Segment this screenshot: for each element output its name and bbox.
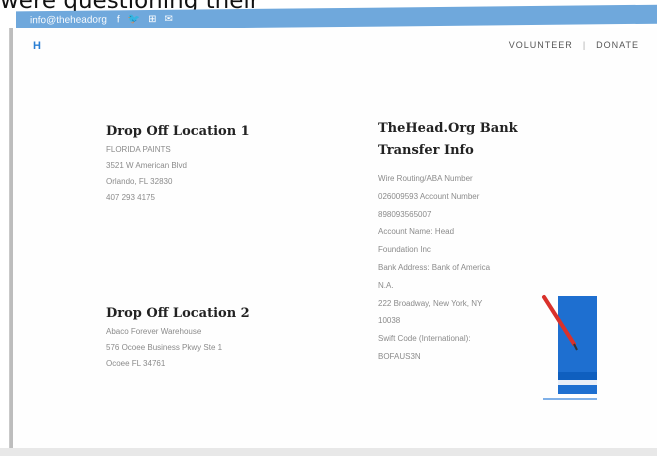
bank-line: Bank Address: Bank of America <box>378 262 491 272</box>
location-line: 3521 W American Blvd <box>106 161 187 170</box>
location-line: 407 293 4175 <box>106 193 155 202</box>
nav-volunteer[interactable]: VOLUNTEER <box>509 40 573 50</box>
window-left-edge <box>10 28 13 448</box>
bank-line: 898093565007 <box>378 209 432 219</box>
nav-donate[interactable]: DONATE <box>596 40 639 50</box>
bank-line: N.A. <box>378 280 394 290</box>
instagram-icon[interactable]: ⊞ <box>148 14 156 25</box>
bank-line: 10038 <box>378 316 401 326</box>
bank-title-line2: Transfer Info <box>378 143 474 158</box>
location-line: 576 Ocoee Business Pkwy Ste 1 <box>106 343 223 352</box>
bank-line: Account Name: Head <box>378 227 455 237</box>
screen-bottom-edge <box>0 448 657 456</box>
drop-off-location-2: Drop Off Location 2 Abaco Forever Wareho… <box>106 304 250 372</box>
email-link[interactable]: info@theheadorg <box>30 14 107 26</box>
nav-separator: | <box>582 40 587 50</box>
bank-line: Wire Routing/ABA Number <box>378 174 473 183</box>
social-links: f 🐦 ⊞ ✉ <box>117 14 173 26</box>
location-line: Orlando, FL 32830 <box>106 177 173 186</box>
bank-line: Swift Code (International): <box>378 334 471 344</box>
facebook-icon[interactable]: f <box>117 14 120 25</box>
drop-off-location-1: Drop Off Location 1 FLORIDA PAINTS 3521 … <box>106 122 250 206</box>
main-nav: VOLUNTEER | DONATE <box>509 40 639 50</box>
mail-icon[interactable]: ✉ <box>165 14 173 25</box>
location-line: FLORIDA PAINTS <box>106 145 171 154</box>
twitter-icon[interactable]: 🐦 <box>128 14 140 25</box>
bank-line: BOFAUS3N <box>378 351 421 361</box>
bank-title-line1: TheHead.Org Bank <box>378 121 518 136</box>
bank-transfer-info: TheHead.Org Bank Transfer Info Wire Rout… <box>378 118 543 366</box>
location-line: Abaco Forever Warehouse <box>106 327 202 336</box>
bank-line: 222 Broadway, New York, NY <box>378 298 483 308</box>
site-logo[interactable]: H <box>33 40 42 52</box>
location-title: Drop Off Location 1 <box>106 124 250 139</box>
location-title: Drop Off Location 2 <box>106 306 250 321</box>
location-line: Ocoee FL 34761 <box>106 359 166 368</box>
book-with-pen-icon <box>542 295 597 400</box>
bank-line: 026009593 Account Number <box>378 191 480 201</box>
bank-line: Foundation Inc <box>378 245 431 255</box>
